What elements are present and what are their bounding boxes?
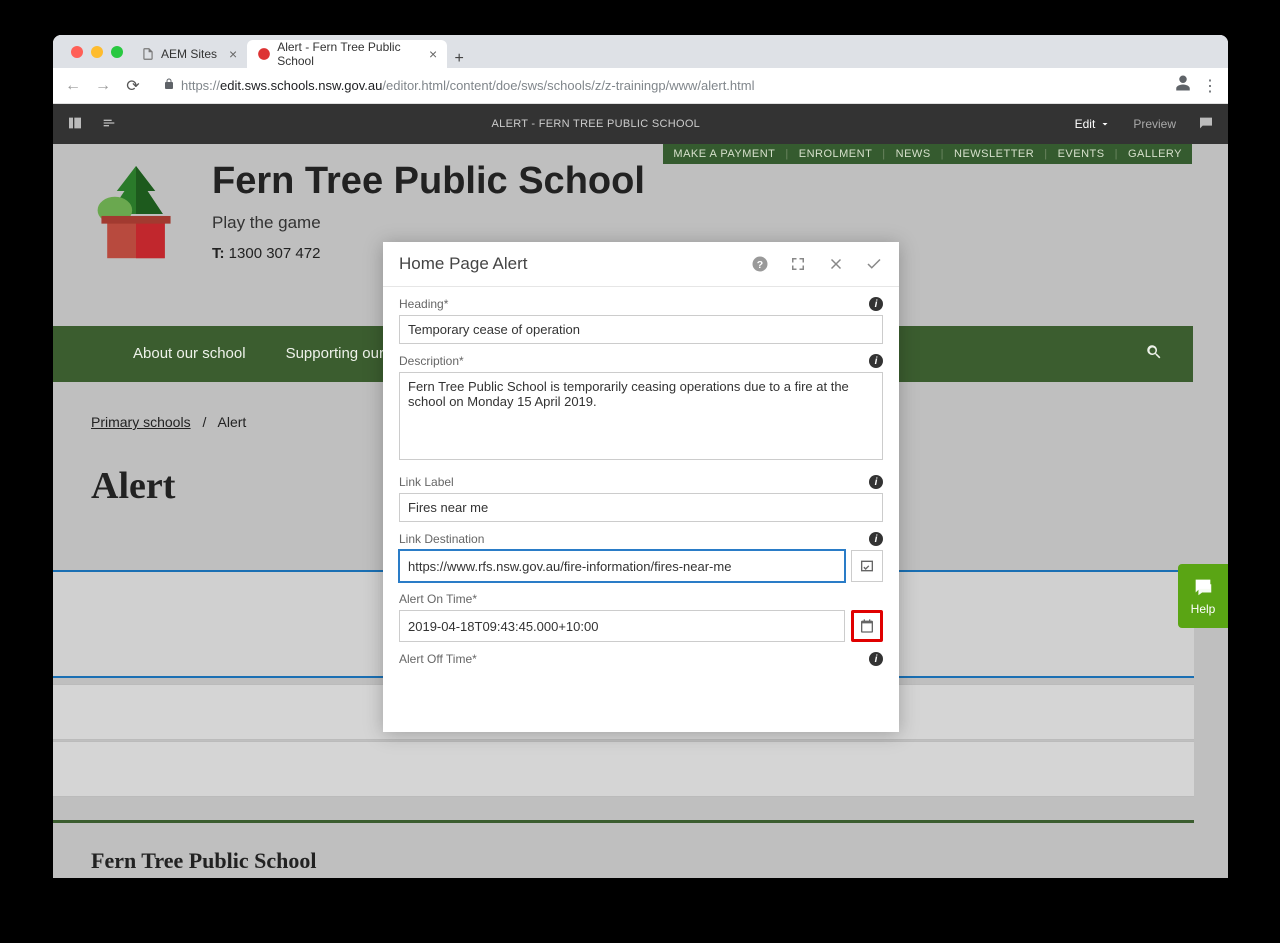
page-title: Alert [91, 464, 175, 508]
breadcrumb-root[interactable]: Primary schools [91, 414, 191, 430]
new-tab-button[interactable]: + [447, 50, 471, 68]
info-icon[interactable]: i [869, 652, 883, 666]
util-item[interactable]: NEWSLETTER [954, 148, 1034, 160]
breadcrumb-current: Alert [218, 414, 247, 430]
maximize-window-button[interactable] [111, 46, 123, 58]
close-icon[interactable] [827, 255, 845, 273]
svg-text:?: ? [757, 259, 763, 271]
util-item[interactable]: MAKE A PAYMENT [673, 148, 775, 160]
close-window-button[interactable] [71, 46, 83, 58]
help-tab[interactable]: Help [1178, 564, 1228, 628]
help-icon[interactable]: ? [751, 255, 769, 273]
lock-icon [163, 78, 175, 93]
calendar-picker-button[interactable] [851, 610, 883, 642]
side-panel-icon[interactable] [67, 115, 83, 134]
field-description: Description* i [399, 354, 883, 465]
alert-on-time-input[interactable] [399, 610, 845, 642]
school-name: Fern Tree Public School [212, 160, 645, 203]
browser-tab-alert[interactable]: Alert - Fern Tree Public School × [247, 40, 447, 68]
site-favicon-icon [257, 47, 271, 61]
edit-mode-dropdown[interactable]: Edit [1075, 117, 1112, 131]
calendar-icon [859, 618, 875, 634]
field-label: Alert On Time* [399, 592, 477, 606]
dialog-title: Home Page Alert [399, 254, 731, 274]
aem-toolbar: ALERT - FERN TREE PUBLIC SCHOOL Edit Pre… [53, 104, 1228, 144]
footer-divider [53, 820, 1194, 823]
minimize-window-button[interactable] [91, 46, 103, 58]
field-link-destination: Link Destination i [399, 532, 883, 582]
link-label-input[interactable] [399, 493, 883, 522]
reload-button[interactable]: ⟳ [123, 76, 143, 96]
fullscreen-icon[interactable] [789, 255, 807, 273]
school-tagline: Play the game [212, 213, 645, 233]
file-icon [141, 47, 155, 61]
window-controls [63, 35, 131, 68]
nav-about[interactable]: About our school [133, 345, 246, 363]
info-icon[interactable]: i [869, 354, 883, 368]
component-row[interactable] [53, 741, 1194, 797]
field-heading: Heading* i [399, 297, 883, 344]
tab-label: AEM Sites [161, 47, 217, 61]
browser-tab-aem-sites[interactable]: AEM Sites × [131, 40, 247, 68]
field-alert-on-time: Alert On Time* [399, 592, 883, 642]
util-item[interactable]: GALLERY [1128, 148, 1182, 160]
chevron-down-icon [1099, 118, 1111, 130]
breadcrumb: Primary schools / Alert [91, 414, 246, 430]
field-label: Link Label [399, 475, 454, 489]
confirm-icon[interactable] [865, 255, 883, 273]
page-info-icon[interactable] [101, 115, 117, 134]
home-page-alert-dialog: Home Page Alert ? Heading* [383, 242, 899, 732]
back-button[interactable]: ← [63, 77, 83, 95]
url-text: https://edit.sws.schools.nsw.gov.au/edit… [181, 78, 754, 93]
field-label: Alert Off Time* [399, 652, 477, 666]
field-label: Heading* [399, 297, 448, 311]
util-item[interactable]: ENROLMENT [799, 148, 873, 160]
school-logo-icon [88, 160, 184, 270]
link-destination-input[interactable] [399, 550, 845, 582]
util-item[interactable]: NEWS [896, 148, 931, 160]
kebab-menu-icon[interactable]: ⋮ [1202, 76, 1218, 96]
aem-page-title: ALERT - FERN TREE PUBLIC SCHOOL [117, 118, 1075, 130]
chat-icon [1192, 576, 1214, 598]
heading-input[interactable] [399, 315, 883, 344]
annotate-icon[interactable] [1198, 115, 1214, 134]
page-content: MAKE A PAYMENT| ENROLMENT| NEWS| NEWSLET… [53, 144, 1228, 878]
field-link-label: Link Label i [399, 475, 883, 522]
tab-strip: AEM Sites × Alert - Fern Tree Public Sch… [53, 35, 1228, 68]
field-label: Description* [399, 354, 464, 368]
info-icon[interactable]: i [869, 532, 883, 546]
field-alert-off-time: Alert Off Time* i [399, 652, 883, 666]
url-field[interactable]: https://edit.sws.schools.nsw.gov.au/edit… [153, 78, 1164, 93]
description-textarea[interactable] [399, 372, 883, 460]
help-label: Help [1191, 602, 1216, 616]
util-item[interactable]: EVENTS [1058, 148, 1105, 160]
footer-school-name: Fern Tree Public School [91, 848, 317, 874]
open-selection-dialog-button[interactable] [851, 550, 883, 582]
browser-window: AEM Sites × Alert - Fern Tree Public Sch… [53, 35, 1228, 878]
dialog-header: Home Page Alert ? [383, 242, 899, 287]
info-icon[interactable]: i [869, 475, 883, 489]
close-tab-icon[interactable]: × [429, 46, 437, 62]
dialog-body: Heading* i Description* i Link Label [383, 287, 899, 732]
info-icon[interactable]: i [869, 297, 883, 311]
field-label: Link Destination [399, 532, 484, 546]
search-icon[interactable] [1145, 343, 1163, 365]
tab-label: Alert - Fern Tree Public School [277, 40, 417, 68]
profile-icon[interactable] [1174, 74, 1192, 97]
address-bar: ← → ⟳ https://edit.sws.schools.nsw.gov.a… [53, 68, 1228, 104]
forward-button[interactable]: → [93, 77, 113, 95]
close-tab-icon[interactable]: × [229, 46, 237, 62]
preview-button[interactable]: Preview [1133, 117, 1176, 131]
